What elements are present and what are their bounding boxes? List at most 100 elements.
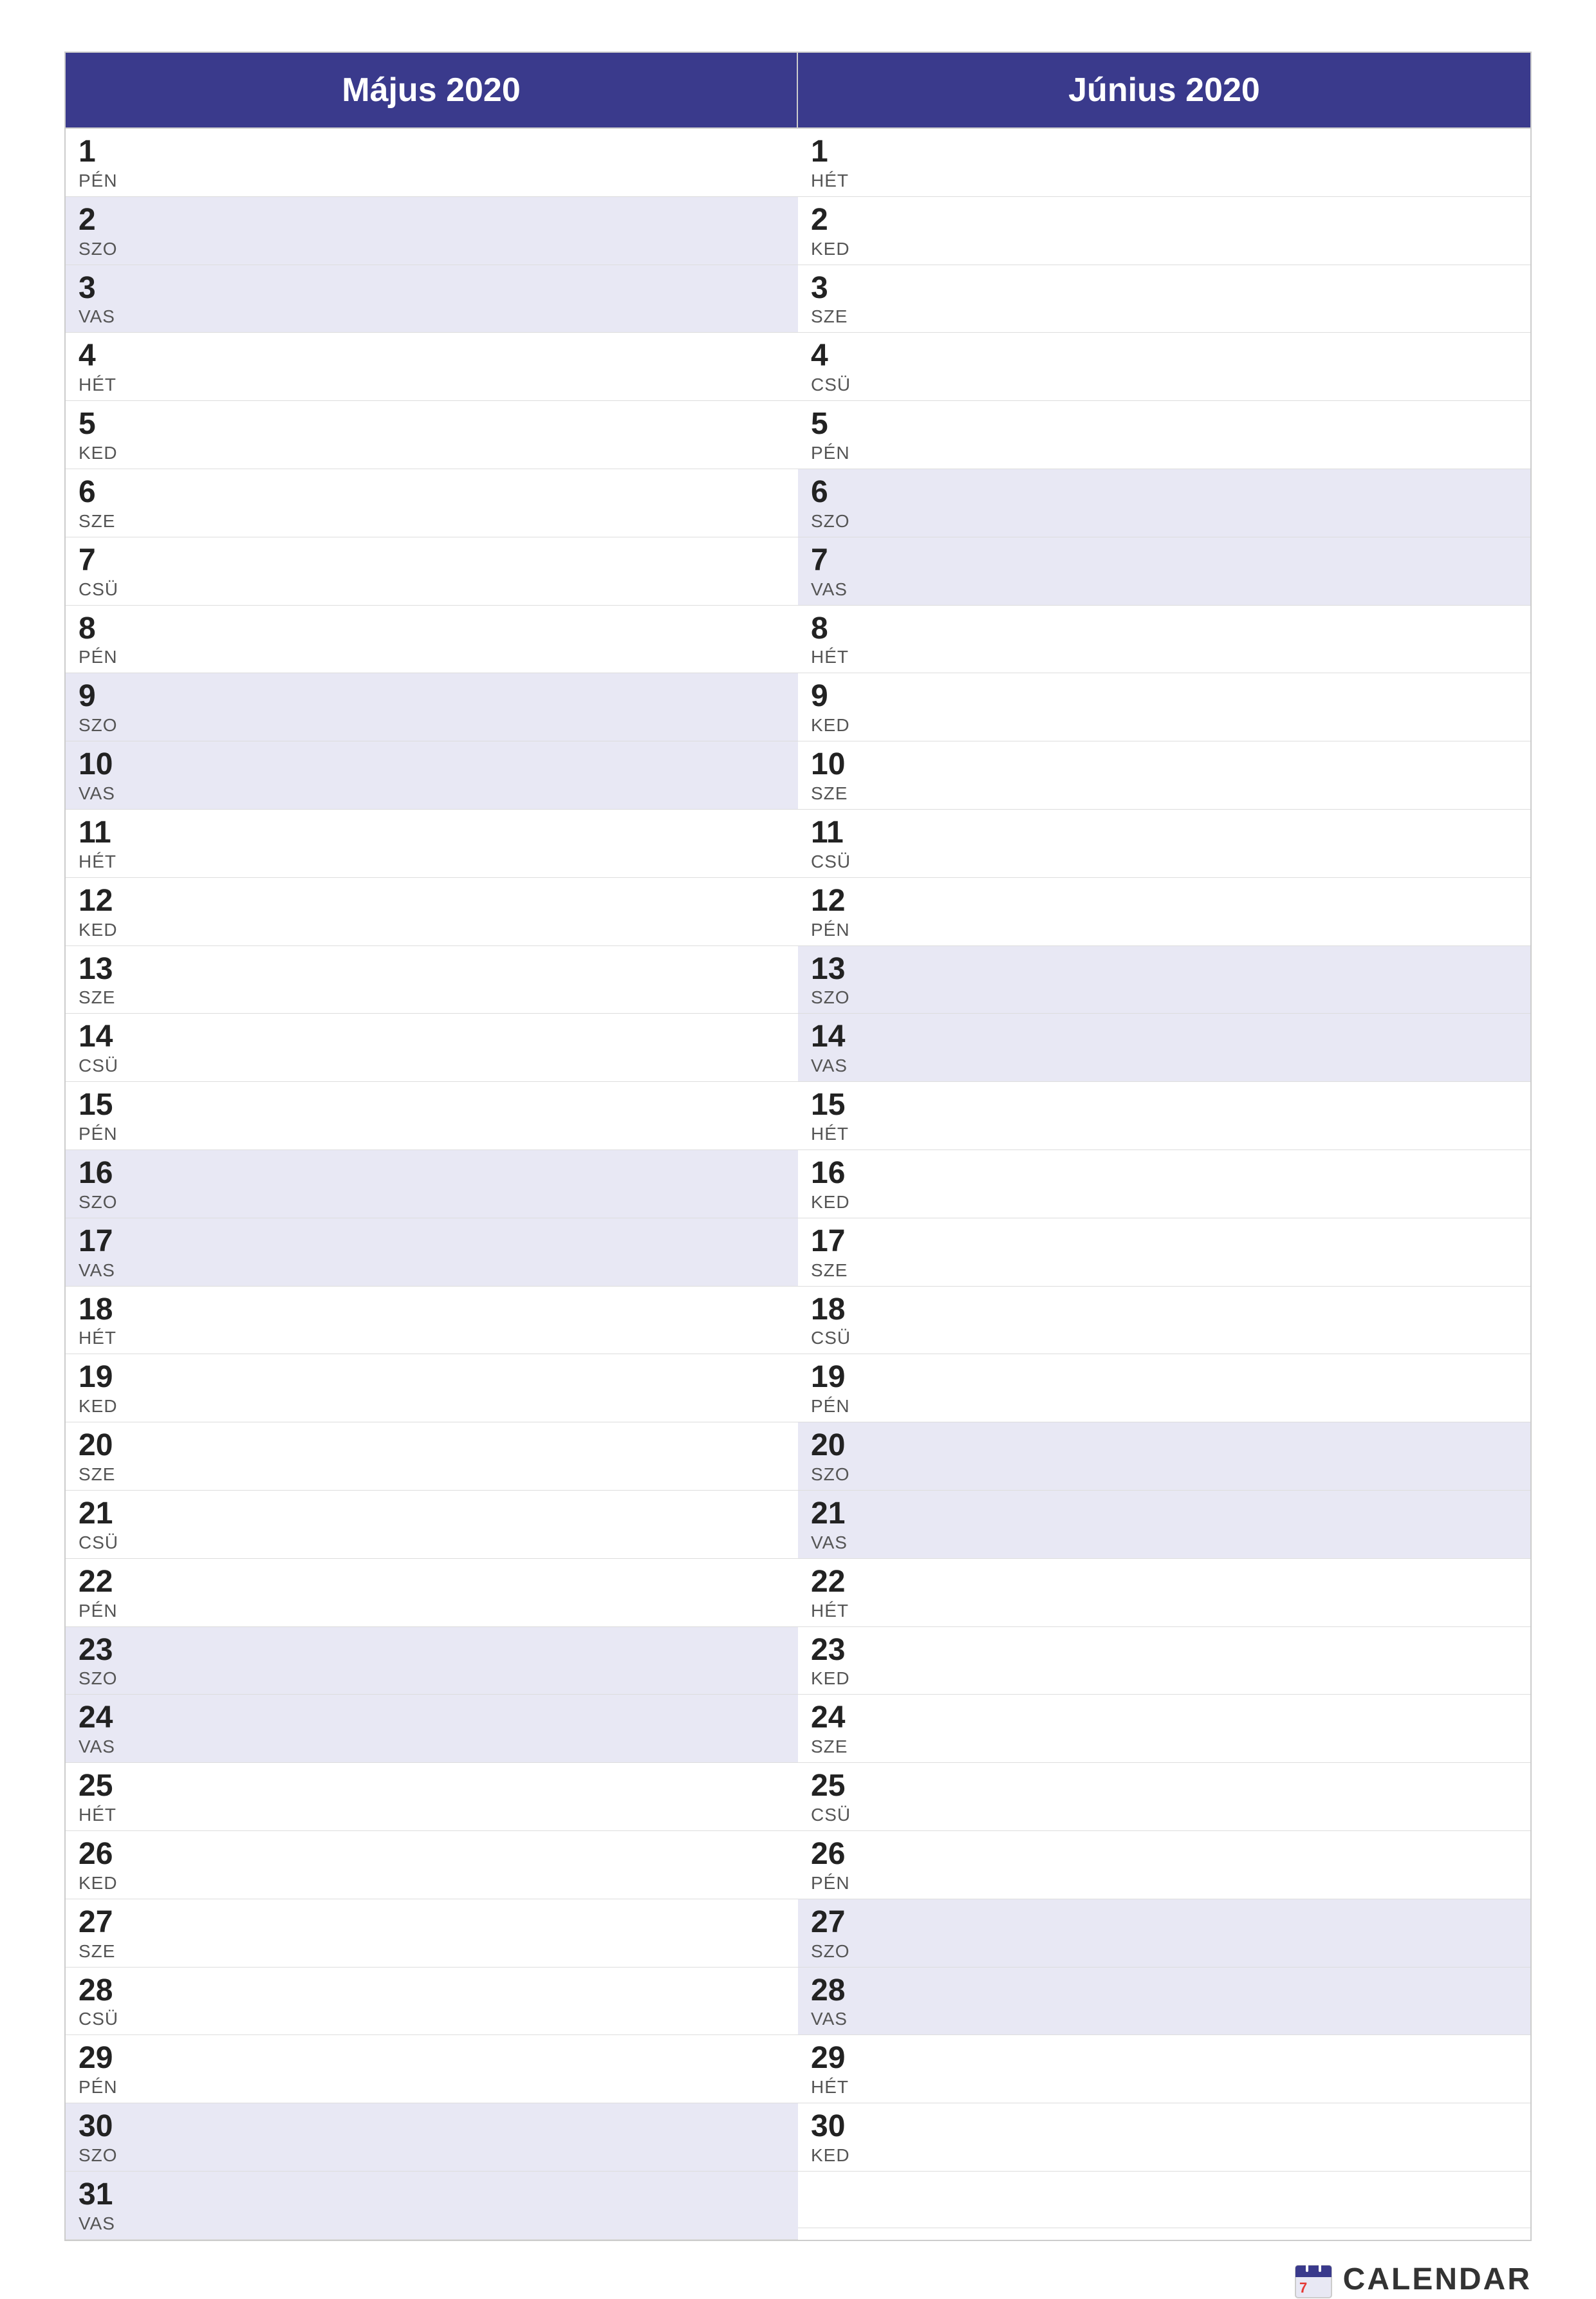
day-number: 3 — [79, 272, 785, 306]
day-row: 19PÉN — [798, 1354, 1530, 1422]
day-name: SZE — [811, 1260, 1517, 1281]
day-row: 15HÉT — [798, 1082, 1530, 1150]
day-row: 3SZE — [798, 265, 1530, 333]
day-number: 25 — [811, 1769, 1517, 1803]
day-name: VAS — [79, 783, 785, 804]
day-name: CSÜ — [811, 1328, 1517, 1348]
day-name: VAS — [79, 306, 785, 327]
day-row: 30SZO — [66, 2103, 798, 2172]
day-row: 29HÉT — [798, 2035, 1530, 2103]
day-name: VAS — [811, 2009, 1517, 2029]
day-row: 15PÉN — [66, 1082, 798, 1150]
day-row: 10SZE — [798, 741, 1530, 810]
day-row: 6SZE — [66, 469, 798, 537]
day-number: 15 — [79, 1088, 785, 1122]
day-name: SZE — [811, 783, 1517, 804]
day-number: 6 — [79, 476, 785, 510]
day-number: 19 — [79, 1361, 785, 1395]
day-name: PÉN — [811, 1396, 1517, 1417]
day-row: 29PÉN — [66, 2035, 798, 2103]
day-name: CSÜ — [79, 1532, 785, 1553]
day-number: 23 — [811, 1634, 1517, 1668]
day-number: 29 — [79, 2042, 785, 2076]
day-number: 11 — [811, 816, 1517, 850]
day-number: 30 — [811, 2110, 1517, 2144]
day-row: 26PÉN — [798, 1831, 1530, 1899]
day-row: 12PÉN — [798, 878, 1530, 946]
day-name: PÉN — [79, 1124, 785, 1144]
day-number: 8 — [811, 612, 1517, 646]
logo: 7 CALENDAR — [1294, 2260, 1532, 2299]
day-name: KED — [79, 920, 785, 940]
day-row: 13SZO — [798, 946, 1530, 1014]
day-number: 25 — [79, 1769, 785, 1803]
day-number: 14 — [79, 1020, 785, 1054]
day-name: CSÜ — [79, 1056, 785, 1076]
day-name: KED — [79, 443, 785, 463]
day-number: 5 — [811, 407, 1517, 442]
day-name: HÉT — [811, 647, 1517, 667]
day-row: 20SZE — [66, 1422, 798, 1491]
logo-text: CALENDAR — [1343, 2262, 1532, 2297]
day-row: 5KED — [66, 401, 798, 469]
day-number: 5 — [79, 407, 785, 442]
day-name: VAS — [811, 579, 1517, 600]
day-name: KED — [79, 1396, 785, 1417]
day-number: 29 — [811, 2042, 1517, 2076]
day-row: 12KED — [66, 878, 798, 946]
day-number: 4 — [811, 339, 1517, 373]
day-row: 9SZO — [66, 673, 798, 741]
day-name: SZO — [811, 1464, 1517, 1485]
day-name: HÉT — [79, 852, 785, 872]
day-number: 1 — [811, 135, 1517, 169]
day-number: 27 — [811, 1906, 1517, 1940]
day-number: 30 — [79, 2110, 785, 2144]
day-row: 10VAS — [66, 741, 798, 810]
day-name: KED — [79, 1873, 785, 1894]
day-name: HÉT — [811, 2077, 1517, 2098]
day-name: SZO — [79, 1192, 785, 1213]
day-number: 12 — [811, 884, 1517, 918]
day-name: SZO — [79, 2145, 785, 2166]
day-row: 21VAS — [798, 1491, 1530, 1559]
day-name: SZO — [79, 715, 785, 736]
day-number: 27 — [79, 1906, 785, 1940]
day-number: 13 — [811, 953, 1517, 987]
day-number: 22 — [811, 1565, 1517, 1599]
days-column-0: 1PÉN2SZO3VAS4HÉT5KED6SZE7CSÜ8PÉN9SZO10VA… — [66, 129, 798, 2240]
month-header-1: Június 2020 — [798, 53, 1530, 129]
day-name: CSÜ — [811, 375, 1517, 395]
day-name: SZO — [811, 511, 1517, 532]
day-name: CSÜ — [79, 2009, 785, 2029]
day-row: 25CSÜ — [798, 1763, 1530, 1831]
day-row: 5PÉN — [798, 401, 1530, 469]
day-number: 31 — [79, 2178, 785, 2212]
day-number: 22 — [79, 1565, 785, 1599]
day-name: SZE — [79, 511, 785, 532]
day-name: KED — [811, 1668, 1517, 1689]
footer: 7 CALENDAR — [64, 2241, 1532, 2299]
day-row: 19KED — [66, 1354, 798, 1422]
day-name: KED — [811, 715, 1517, 736]
day-row: 30KED — [798, 2103, 1530, 2172]
day-row: 23KED — [798, 1627, 1530, 1695]
day-number: 26 — [79, 1838, 785, 1872]
day-name: PÉN — [79, 171, 785, 191]
calendar-grid: Május 2020Június 20201PÉN2SZO3VAS4HÉT5KE… — [64, 51, 1532, 2241]
day-number: 1 — [79, 135, 785, 169]
day-number: 21 — [79, 1497, 785, 1531]
day-name: HÉT — [79, 1328, 785, 1348]
day-name: CSÜ — [811, 852, 1517, 872]
day-name: SZO — [79, 239, 785, 259]
day-number: 11 — [79, 816, 785, 850]
day-row: 16KED — [798, 1150, 1530, 1218]
day-number: 2 — [79, 203, 785, 237]
day-name: KED — [811, 2145, 1517, 2166]
day-number: 7 — [811, 544, 1517, 578]
day-row: 18CSÜ — [798, 1287, 1530, 1355]
day-name: SZO — [79, 1668, 785, 1689]
day-name: PÉN — [79, 1601, 785, 1621]
day-row: 3VAS — [66, 265, 798, 333]
day-number: 19 — [811, 1361, 1517, 1395]
day-name: HÉT — [79, 375, 785, 395]
